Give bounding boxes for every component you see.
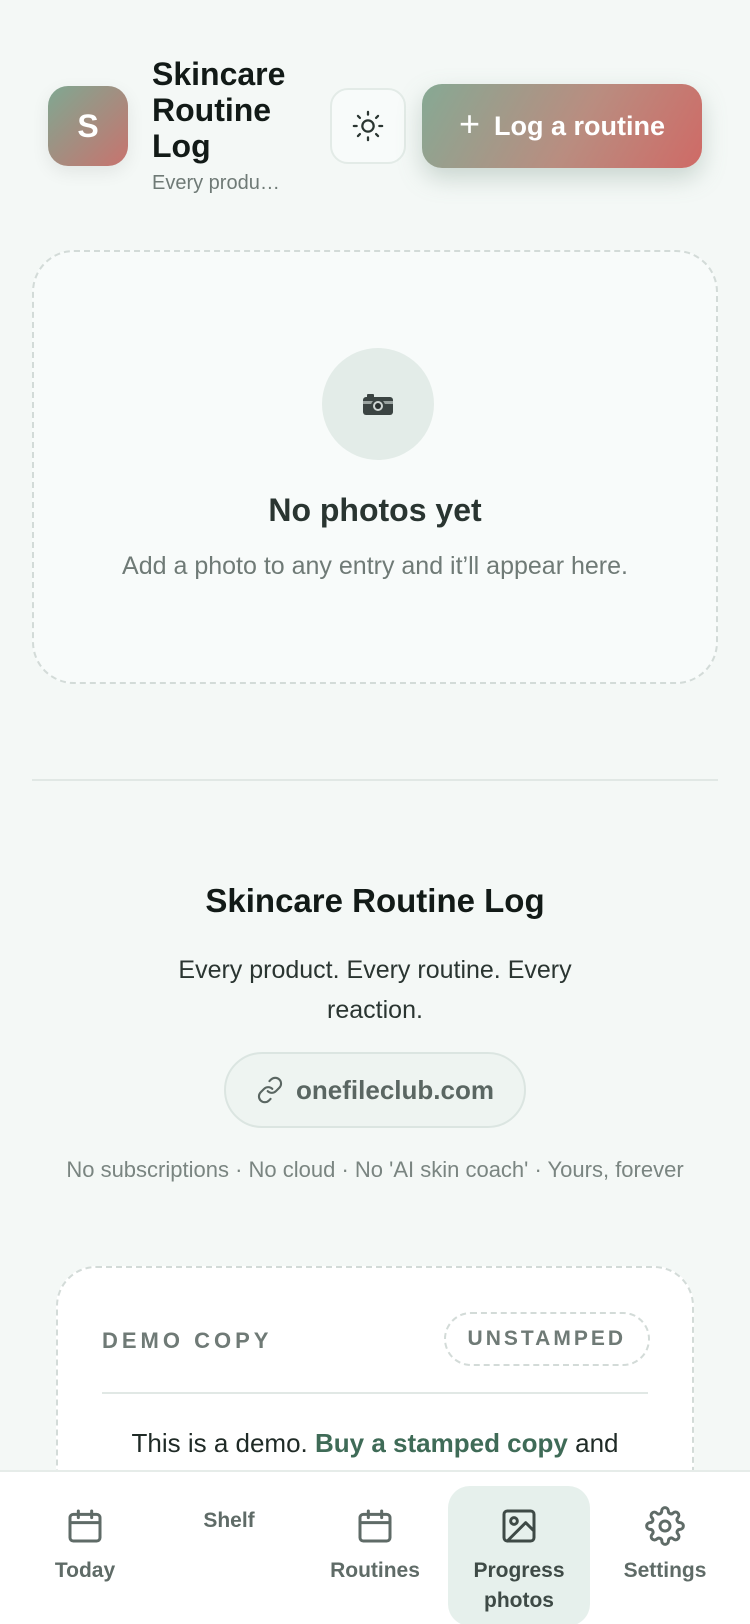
nav-item-routines[interactable]: Routines — [304, 1486, 446, 1624]
camera-icon-circle — [322, 348, 434, 460]
nav-item-settings[interactable]: Settings — [594, 1486, 736, 1624]
avatar-letter: S — [77, 107, 99, 144]
nav-label-progress-photos: Progress photos — [473, 1559, 565, 1612]
image-icon — [502, 1509, 536, 1543]
plus-icon: + — [458, 103, 481, 144]
site-link[interactable]: onefileclub.com — [224, 1052, 526, 1128]
site-label: onefileclub.com — [296, 1074, 494, 1105]
nav-item-today[interactable]: Today — [14, 1486, 156, 1624]
info-title: Skincare Routine Log — [205, 882, 545, 919]
section-divider — [32, 779, 718, 781]
demo-text-before: This is a demo. — [131, 1428, 308, 1458]
app-subtitle: Every produ… — [152, 172, 280, 194]
nav-item-shelf[interactable]: Shelf — [158, 1486, 300, 1624]
app-title: Skincare Routine Log — [152, 56, 286, 164]
log-routine-label: Log a routine — [494, 110, 666, 141]
calendar-icon — [358, 1509, 392, 1543]
link-icon — [257, 1076, 283, 1104]
bottom-nav: Today Shelf Routines Progress photos Set… — [0, 1470, 750, 1624]
log-routine-button[interactable]: + Log a routine — [422, 84, 702, 168]
theme-toggle-button[interactable] — [330, 88, 406, 164]
gear-icon — [645, 1506, 685, 1546]
app-avatar: S — [48, 86, 128, 166]
title-block: Skincare Routine Log Every produ… — [152, 56, 312, 195]
nav-label-routines: Routines — [330, 1559, 420, 1582]
sun-icon — [352, 110, 384, 142]
empty-photos-card: No photos yet Add a photo to any entry a… — [32, 250, 718, 684]
demo-label: DEMO COPY — [102, 1328, 273, 1353]
nav-label-shelf: Shelf — [203, 1509, 255, 1532]
badge-label: UNSTAMPED — [467, 1327, 626, 1350]
empty-title: No photos yet — [268, 492, 482, 528]
calendar-icon — [68, 1509, 102, 1543]
unstamped-badge: UNSTAMPED — [443, 1312, 650, 1366]
nav-label-today: Today — [54, 1559, 116, 1582]
info-notes: No subscriptions · No cloud · No 'AI ski… — [66, 1157, 684, 1182]
demo-divider — [102, 1392, 648, 1394]
empty-description: Add a photo to any entry and it’ll appea… — [122, 552, 628, 580]
demo-text-after: and — [575, 1428, 619, 1458]
nav-item-progress-photos[interactable]: Progress photos — [448, 1486, 590, 1624]
demo-text: This is a demo. Buy a stamped copy and — [102, 1428, 648, 1459]
camera-icon — [363, 394, 393, 415]
app-header: S Skincare Routine Log Every produ… + Lo… — [48, 56, 702, 196]
nav-label-settings: Settings — [623, 1559, 707, 1582]
buy-stamped-copy-link[interactable]: Buy a stamped copy — [315, 1428, 568, 1458]
info-tagline: Every product. Every routine. Every reac… — [178, 956, 572, 1024]
